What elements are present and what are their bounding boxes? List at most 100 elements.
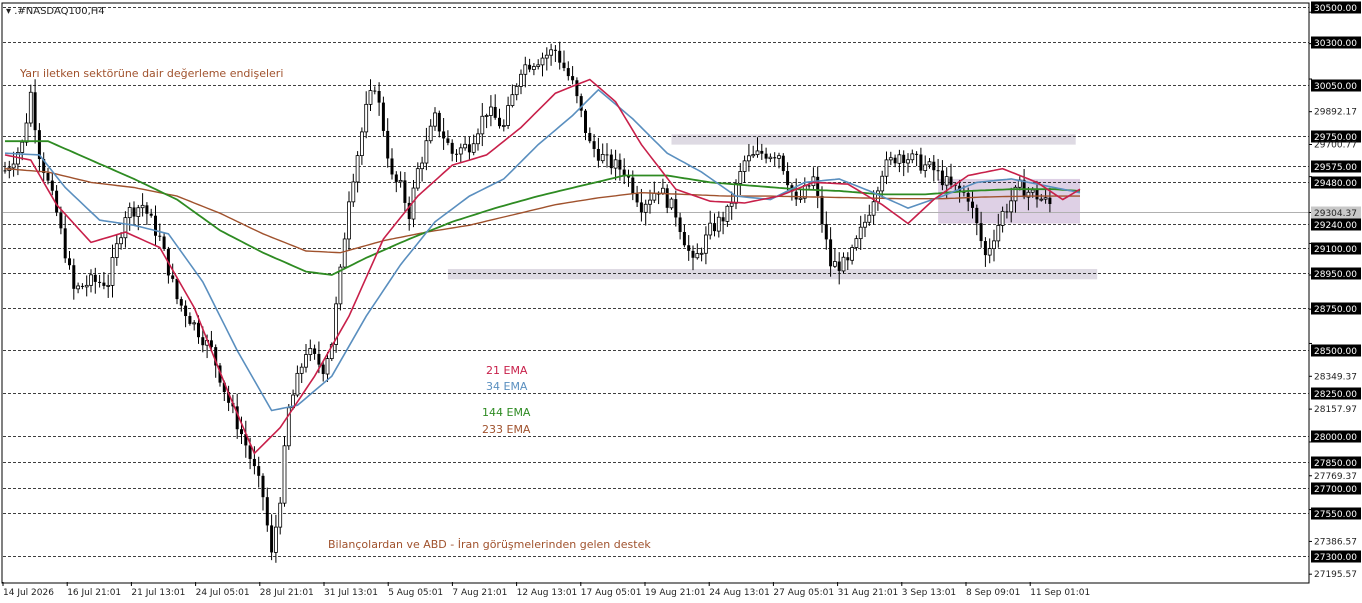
price-zone-0 [671,134,1076,145]
symbol-label: ▾ .#NASDAQ100,H4 [6,6,105,17]
candle-body-down [609,154,613,169]
candle-body-up [501,125,506,127]
candle-body-up [747,155,751,162]
candle-body-up [20,141,25,153]
candle-body-up [867,214,872,223]
candle-body-down [794,191,798,200]
time-tick-label: 31 Aug 21:01 [838,588,899,598]
candle-body-down [149,213,153,216]
candle [282,436,287,507]
candle-body-up [364,103,369,133]
candle-body-down [162,236,166,249]
price-tick-label: 27386.57 [1314,537,1357,547]
candle-body-up [359,131,364,157]
candle-body-up [648,199,652,205]
candle-body-up [480,115,485,135]
candle-body-down [261,475,265,498]
candle-body-down [498,117,501,127]
candle-body-up [729,202,734,207]
candle-body-up [28,91,33,124]
candle-body-down [781,155,785,172]
level-label-28750.00: 28750.00 [1314,305,1357,315]
candle-body-up [1030,189,1035,193]
candle-body-down [596,148,600,161]
candle-body-down [566,68,570,77]
candle-body-down [622,169,626,176]
candle-body-up [833,261,837,267]
annotation-semiconductor: Yarı iletken sektörüne dair değerleme en… [19,67,283,80]
candle-body-down [240,429,243,435]
candle-body-down [639,202,643,213]
candle-body-up [876,190,880,203]
time-tick-label: 7 Aug 21:01 [452,588,507,598]
candle-body-up [398,179,403,183]
candle-body-down [50,180,54,191]
time-tick-label: 31 Jul 13:01 [324,588,378,598]
candle-body-down [437,112,441,132]
candle-body-down [786,171,790,186]
candle-body-down [829,239,833,267]
candle-body-down [631,177,635,194]
candle-body-down [3,170,7,172]
price-tick-label: 27769.37 [1314,472,1357,482]
candle-body-up [738,171,743,184]
candle-body-down [158,235,162,237]
level-label-28500.00: 28500.00 [1314,347,1357,357]
candle-body-down [824,224,828,240]
candle-body-up [299,366,304,374]
time-tick-label: 16 Jul 21:01 [67,588,121,598]
candle-body-up [755,150,760,156]
candle-body-up [114,243,119,258]
candle-body-down [1048,197,1052,204]
candle-body-up [716,216,721,232]
candle-body-up [751,154,756,157]
price-tick-label: 27195.57 [1314,570,1357,580]
candle-body-up [428,125,433,142]
candle-body-down [837,261,841,271]
candle-body-up [987,248,992,256]
candle-body-down [807,185,811,187]
candle-body-down [98,281,102,283]
level-label-28950.00: 28950.00 [1314,270,1357,280]
candle-body-up [643,203,648,213]
candle-body-up [734,183,738,204]
candle-body-up [906,159,910,164]
candle-body-up [523,64,528,75]
candle-body-up [669,198,674,209]
candle-body-down [678,217,682,232]
candle-body-down [674,199,678,218]
candle [334,296,339,353]
candle-body-down [816,176,820,196]
level-label-28250.00: 28250.00 [1314,390,1357,400]
candle-body-down [321,364,325,375]
candle-body-down [936,170,940,172]
candle-body-up [549,49,553,56]
candle-body-down [68,258,71,266]
candle-body-down [764,153,768,159]
candle-body-up [355,155,360,183]
candle-body-down [188,316,192,324]
candle-body-up [695,253,700,259]
candle-body-down [179,299,183,306]
candle-body-up [923,164,928,171]
candle-body-up [540,57,545,66]
candle-body-up [476,133,480,145]
level-label-27850.00: 27850.00 [1314,459,1357,469]
candle-body-up [613,159,618,169]
annotation-earnings-support: Bilançolardan ve ABD - İran görüşmelerin… [328,538,651,551]
candle-body-down [687,245,691,251]
candle-body-up [514,85,519,96]
candle-body-up [661,187,665,194]
candle [381,96,385,137]
candle-body-down [63,228,67,259]
candle-body-down [562,62,566,69]
candle-body-up [742,160,747,172]
candle-body-up [308,348,313,355]
level-label-29240.00: 29240.00 [1314,221,1357,231]
candle-body-down [386,130,390,159]
candle-body-up [420,162,425,170]
candle-body-down [665,188,669,208]
candle-body-up [768,156,773,160]
candle-body-down [553,49,557,51]
candle-body-down [403,180,407,203]
